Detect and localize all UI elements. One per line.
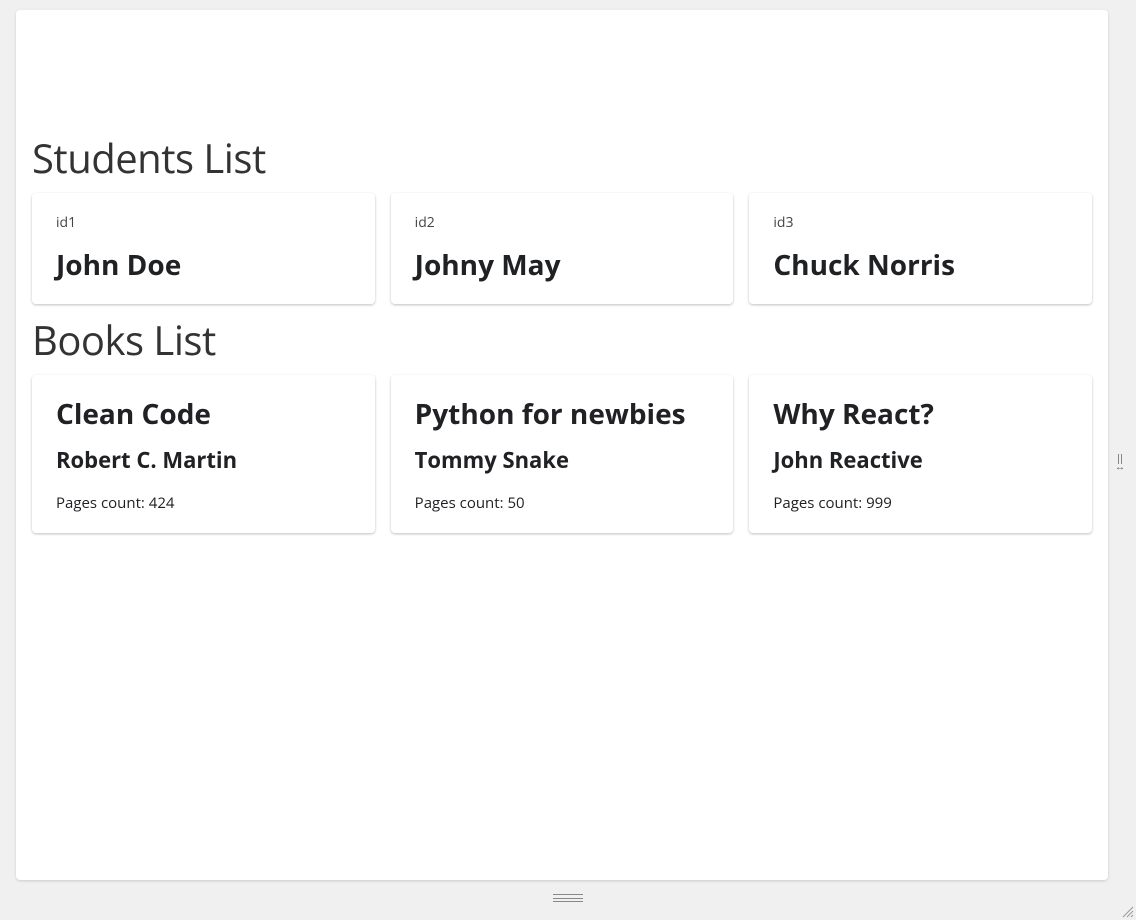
books-row: Clean Code Robert C. Martin Pages count:… <box>32 375 1092 533</box>
book-author: John Reactive <box>773 445 1068 475</box>
student-id: id3 <box>773 213 1068 232</box>
resize-handle-corner[interactable] <box>1120 904 1134 918</box>
book-pages: Pages count: 999 <box>773 493 1068 513</box>
student-card[interactable]: id1 John Doe <box>32 193 375 304</box>
main-panel: Students List id1 John Doe id2 Johny May… <box>16 10 1108 880</box>
book-author: Robert C. Martin <box>56 445 351 475</box>
book-author: Tommy Snake <box>415 445 710 475</box>
student-name: Chuck Norris <box>773 246 1068 284</box>
resize-handle-right[interactable]: ↔ <box>1113 451 1127 469</box>
students-heading: Students List <box>32 130 1092 185</box>
student-name: Johny May <box>415 246 710 284</box>
resize-arrow-icon: ↔ <box>1115 461 1125 471</box>
book-card[interactable]: Why React? John Reactive Pages count: 99… <box>749 375 1092 533</box>
book-card[interactable]: Clean Code Robert C. Martin Pages count:… <box>32 375 375 533</box>
student-card[interactable]: id3 Chuck Norris <box>749 193 1092 304</box>
book-title: Why React? <box>773 395 1068 433</box>
book-pages: Pages count: 50 <box>415 493 710 513</box>
student-card[interactable]: id2 Johny May <box>391 193 734 304</box>
resize-handle-bottom[interactable] <box>553 894 583 902</box>
book-title: Python for newbies <box>415 395 710 433</box>
student-name: John Doe <box>56 246 351 284</box>
student-id: id1 <box>56 213 351 232</box>
book-pages: Pages count: 424 <box>56 493 351 513</box>
book-card[interactable]: Python for newbies Tommy Snake Pages cou… <box>391 375 734 533</box>
book-title: Clean Code <box>56 395 351 433</box>
student-id: id2 <box>415 213 710 232</box>
students-row: id1 John Doe id2 Johny May id3 Chuck Nor… <box>32 193 1092 304</box>
books-heading: Books List <box>32 312 1092 367</box>
